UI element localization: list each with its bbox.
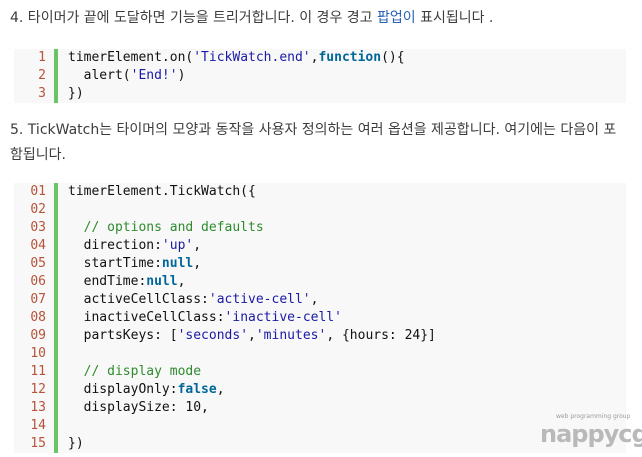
- code-token: 'up': [161, 238, 194, 253]
- code-token: displayOnly:: [68, 382, 178, 397]
- code-text: endTime:null,: [58, 273, 186, 291]
- code-token: (){: [381, 50, 405, 65]
- code-token: timerElement.on(: [68, 50, 194, 65]
- code-text: displaySize: 10,: [58, 399, 209, 417]
- code-text: alert('End!'): [58, 67, 186, 85]
- code-token: 'End!': [130, 68, 178, 83]
- code-text: timerElement.on('TickWatch.end',function…: [58, 49, 405, 67]
- line-number: 3: [38, 86, 46, 101]
- code-text: }): [58, 435, 84, 453]
- watermark-tagline: web programming group: [556, 413, 631, 420]
- code-token: ,: [310, 292, 319, 307]
- code-text: timerElement.TickWatch({: [58, 183, 256, 201]
- watermark-wordmark: nappycgi: [540, 420, 642, 448]
- code-token: ,: [193, 238, 202, 253]
- code-line: 04 direction:'up',: [14, 237, 626, 255]
- code-token: 'seconds': [177, 328, 249, 343]
- code-token: false: [177, 382, 217, 397]
- code-token: 'active-cell': [208, 292, 311, 307]
- line-number: 01: [30, 184, 46, 199]
- code-text: activeCellClass:'active-cell',: [58, 291, 319, 309]
- code-text: }): [58, 85, 84, 103]
- code-token: activeCellClass:: [68, 292, 209, 307]
- code-line: 09 partsKeys: ['seconds','minutes', {hou…: [14, 327, 626, 345]
- code-line: 12 displayOnly:false,: [14, 381, 626, 399]
- step-4-text: 4. 타이머가 끝에 도달하면 기능을 트리거합니다. 이 경우 경고: [10, 10, 377, 26]
- code-token: displaySize: 10,: [68, 400, 209, 415]
- line-number: 09: [30, 328, 46, 343]
- code-line: 06 endTime:null,: [14, 273, 626, 291]
- code-token: // options and defaults: [68, 220, 264, 235]
- code-token: endTime:: [68, 274, 147, 289]
- code-line: 07 activeCellClass:'active-cell',: [14, 291, 626, 309]
- code-line: 14: [14, 417, 626, 435]
- code-token: 'inactive-cell': [224, 310, 342, 325]
- code-text: partsKeys: ['seconds','minutes', {hours:…: [58, 327, 436, 345]
- code-token: timerElement.TickWatch({: [68, 184, 256, 199]
- line-number: 03: [30, 220, 46, 235]
- line-number: 2: [38, 68, 46, 83]
- code-line: 03 // options and defaults: [14, 219, 626, 237]
- popup-link[interactable]: 팝업이: [377, 10, 416, 26]
- code-token: ,: [193, 256, 202, 271]
- code-line: 08 inactiveCellClass:'inactive-cell': [14, 309, 626, 327]
- line-number: 04: [30, 238, 46, 253]
- code-line: 10: [14, 345, 626, 363]
- code-token: direction:: [68, 238, 162, 253]
- code-line: 1 timerElement.on('TickWatch.end',functio…: [14, 49, 626, 67]
- code-text: inactiveCellClass:'inactive-cell': [58, 309, 342, 327]
- code-line: 2 alert('End!'): [14, 67, 626, 85]
- code-text: // display mode: [58, 363, 201, 381]
- code-token: alert(: [68, 68, 131, 83]
- code-line: 3}): [14, 85, 626, 103]
- step-5-paragraph: 5. TickWatch는 타이머의 모양과 동작을 사용자 정의하는 여러 옵…: [10, 122, 617, 163]
- code-token: // display mode: [68, 364, 202, 379]
- line-number: 11: [30, 364, 46, 379]
- code-token: startTime:: [68, 256, 162, 271]
- line-number: 12: [30, 382, 46, 397]
- code-line: 15}): [14, 435, 626, 453]
- code-token: 'minutes': [255, 328, 327, 343]
- line-number: 06: [30, 274, 46, 289]
- code-block-options: 01 timerElement.TickWatch({ 02 03 // option…: [14, 183, 626, 453]
- code-token: function: [318, 50, 382, 65]
- code-token: ): [177, 68, 186, 83]
- code-token: ,: [177, 274, 186, 289]
- step-4-text-end: 표시됩니다 .: [415, 10, 494, 26]
- line-number: 14: [30, 418, 46, 433]
- code-token: ,: [248, 328, 256, 343]
- code-text: // options and defaults: [58, 219, 264, 237]
- code-token: null: [161, 256, 194, 271]
- code-token: }): [68, 436, 84, 451]
- code-token: 'TickWatch.end': [193, 50, 311, 65]
- line-number: 08: [30, 310, 46, 325]
- code-line: 13 displaySize: 10,: [14, 399, 626, 417]
- code-token: }): [68, 86, 84, 101]
- code-token: null: [146, 274, 178, 289]
- line-number: 13: [30, 400, 46, 415]
- watermark-logo: web programming group nappycgi: [540, 413, 642, 453]
- code-text: displayOnly:false,: [58, 381, 225, 399]
- line-number: 1: [38, 50, 46, 65]
- line-number: 15: [30, 436, 46, 451]
- step-4-paragraph: 4. 타이머가 끝에 도달하면 기능을 트리거합니다. 이 경우 경고 팝업이 …: [10, 6, 626, 31]
- code-token: partsKeys: [: [68, 328, 178, 343]
- code-token: ,: [216, 382, 225, 397]
- line-number: 05: [30, 256, 46, 271]
- line-number: 02: [30, 202, 46, 217]
- code-line: 11 // display mode: [14, 363, 626, 381]
- code-text: direction:'up',: [58, 237, 201, 255]
- code-line: 02: [14, 201, 626, 219]
- code-text: startTime:null,: [58, 255, 201, 273]
- code-block-end-handler: 1 timerElement.on('TickWatch.end',functio…: [14, 49, 626, 103]
- line-number: 07: [30, 292, 46, 307]
- code-line: 05 startTime:null,: [14, 255, 626, 273]
- line-number: 10: [30, 346, 46, 361]
- code-token: inactiveCellClass:: [68, 310, 225, 325]
- code-token: , {hours: 24}]: [326, 328, 436, 343]
- code-line: 01 timerElement.TickWatch({: [14, 183, 626, 201]
